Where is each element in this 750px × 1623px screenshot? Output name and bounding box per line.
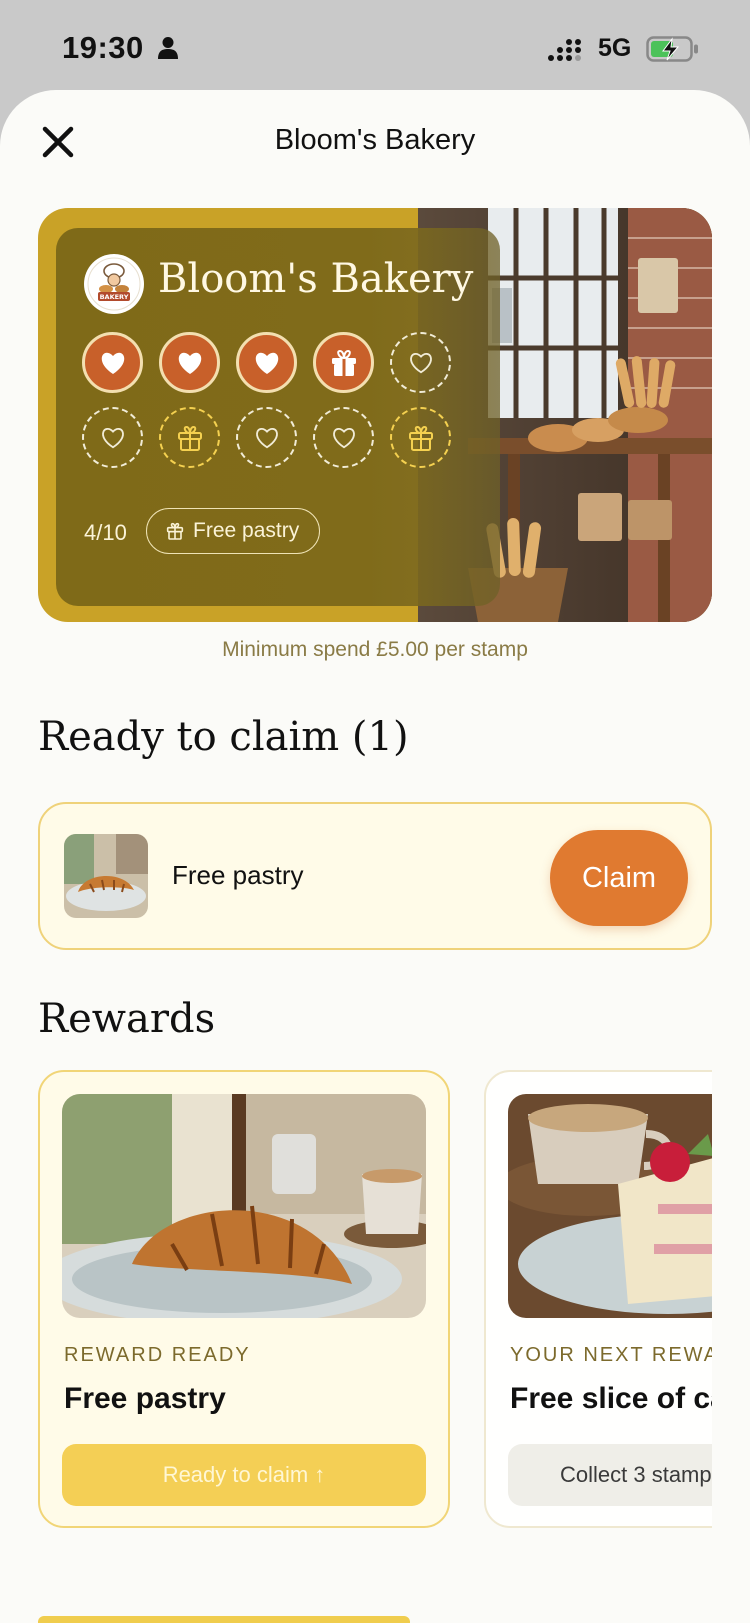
status-time: 19:30	[62, 30, 144, 65]
claimable-reward-row: Free pastry Claim	[38, 802, 712, 950]
minimum-spend-note: Minimum spend £5.00 per stamp	[222, 638, 528, 661]
heart-outline-icon	[101, 427, 124, 448]
ready-section-title: Ready to claim (1)	[38, 714, 409, 760]
person-icon	[158, 37, 178, 59]
stamp-gift-empty	[159, 407, 220, 468]
croissant-thumbnail	[64, 834, 148, 918]
cellular-signal-icon	[548, 39, 581, 61]
claim-button[interactable]: Claim	[550, 830, 688, 926]
reward-card-next[interactable]: YOUR NEXT REWA Free slice of ca Collect …	[484, 1070, 712, 1528]
stamp-grid	[82, 332, 462, 482]
status-bar: 19:30 5G	[0, 0, 750, 96]
reward-status: YOUR NEXT REWA	[510, 1344, 712, 1366]
gift-outline-icon	[408, 425, 433, 451]
heart-outline-icon	[255, 427, 278, 448]
reward-card-free-pastry[interactable]: REWARD READY Free pastry Ready to claim …	[38, 1070, 450, 1528]
cake-photo	[508, 1094, 712, 1318]
battery-charging-icon	[646, 36, 698, 62]
gift-icon	[331, 349, 356, 376]
reward-pill: Free pastry	[146, 508, 321, 554]
claimable-reward-label: Free pastry	[172, 860, 304, 890]
stamp-heart-empty	[236, 407, 297, 468]
heart-outline-icon	[409, 352, 432, 373]
bottom-action-bar[interactable]	[38, 1616, 410, 1623]
stamp-heart-empty	[313, 407, 374, 468]
reward-status: REWARD READY	[64, 1344, 251, 1366]
rewards-carousel[interactable]: REWARD READY Free pastry Ready to claim …	[38, 1070, 712, 1530]
ready-to-claim-button[interactable]: Ready to claim ↑	[62, 1444, 426, 1506]
stamp-gift-filled	[313, 332, 374, 393]
page-title: Bloom's Bakery	[274, 124, 476, 156]
stamp-heart-empty	[390, 332, 451, 393]
reward-pill-label: Free pastry	[193, 519, 300, 542]
bottom-sheet: Bloom's Bakery BAKERY Bloom's Bakery 4/1…	[0, 90, 750, 1623]
stamp-heart-filled	[159, 332, 220, 393]
stamp-heart-filled	[236, 332, 297, 393]
rewards-section-title: Rewards	[38, 996, 216, 1042]
stamp-heart-empty	[82, 407, 143, 468]
stamp-gift-empty	[390, 407, 451, 468]
collect-stamps-button[interactable]: Collect 3 stamp	[508, 1444, 712, 1506]
stamp-progress: 4/10	[84, 520, 127, 545]
croissant-photo	[62, 1094, 426, 1318]
gift-outline-icon	[177, 425, 202, 451]
network-type: 5G	[598, 34, 632, 62]
heart-icon	[255, 352, 278, 374]
bakery-logo: BAKERY	[84, 254, 144, 314]
stamp-heart-filled	[82, 332, 143, 393]
reward-title: Free pastry	[64, 1382, 226, 1415]
loyalty-card[interactable]: BAKERY Bloom's Bakery 4/10 Free pastry	[38, 208, 712, 622]
svg-text:BAKERY: BAKERY	[100, 293, 129, 301]
heart-outline-icon	[332, 427, 355, 448]
reward-title: Free slice of ca	[510, 1382, 712, 1415]
gift-icon	[166, 522, 184, 540]
heart-icon	[101, 352, 124, 374]
heart-icon	[178, 352, 201, 374]
card-title: Bloom's Bakery	[158, 256, 474, 302]
